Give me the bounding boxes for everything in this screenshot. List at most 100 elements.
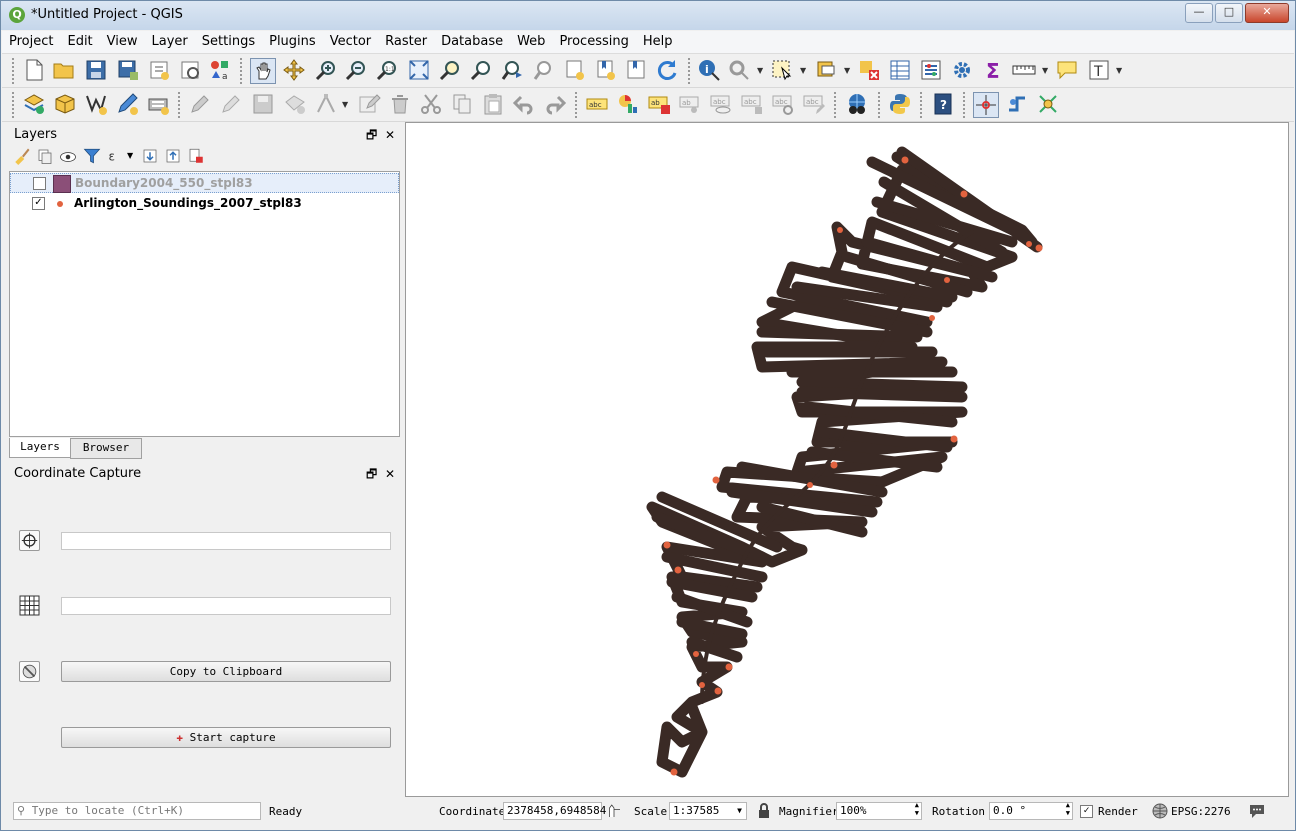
field-calculator-icon[interactable]: [919, 58, 943, 82]
crs-globe-icon[interactable]: [1152, 803, 1168, 819]
menu-processing[interactable]: Processing: [552, 31, 635, 49]
menu-settings[interactable]: Settings: [195, 31, 262, 49]
chevron-down-icon[interactable]: ▼: [127, 151, 133, 160]
geometry-checker-icon[interactable]: [1005, 92, 1029, 116]
render-checkbox[interactable]: ✓: [1080, 805, 1093, 818]
filter-by-expression-icon[interactable]: ε: [107, 147, 125, 165]
zoom-last-icon[interactable]: [500, 58, 524, 82]
new-bookmark-icon[interactable]: [594, 58, 618, 82]
menu-view[interactable]: View: [100, 31, 145, 49]
help-contents-icon[interactable]: ?: [931, 92, 955, 116]
spin-arrows-icon[interactable]: ▲ ▼: [1066, 801, 1070, 817]
layer-labeling-options-icon[interactable]: abc: [585, 92, 609, 116]
menu-project[interactable]: Project: [2, 31, 60, 49]
zoom-next-icon[interactable]: [532, 58, 556, 82]
chevron-down-icon[interactable]: ▼: [844, 66, 850, 75]
locator-search-input[interactable]: ⚲ Type to locate (Ctrl+K): [13, 802, 261, 820]
pan-to-selection-icon[interactable]: [282, 58, 306, 82]
new-shapefile-layer-icon[interactable]: [84, 92, 108, 116]
close-button[interactable]: ✕: [1245, 3, 1289, 23]
coordinate-capture-crosshair-icon[interactable]: [973, 92, 999, 118]
chevron-down-icon[interactable]: ▼: [1042, 66, 1048, 75]
attribute-table-icon[interactable]: [888, 58, 912, 82]
highlight-pinned-labels-icon[interactable]: ab: [647, 92, 671, 116]
style-manager-icon[interactable]: a: [208, 58, 232, 82]
collapse-all-icon[interactable]: [164, 147, 182, 165]
toolbar-grip[interactable]: [963, 92, 968, 118]
zoom-to-layer-icon[interactable]: [469, 58, 493, 82]
refresh-icon[interactable]: [655, 58, 679, 82]
toolbar-grip[interactable]: [878, 92, 883, 118]
zoom-in-icon[interactable]: [314, 58, 338, 82]
zoom-full-icon[interactable]: [407, 58, 431, 82]
menu-layer[interactable]: Layer: [145, 31, 195, 49]
open-project-icon[interactable]: [52, 58, 76, 82]
new-geopackage-layer-icon[interactable]: [53, 92, 77, 116]
deselect-features-icon[interactable]: [857, 58, 881, 82]
layer-visibility-checkbox[interactable]: ✓: [32, 197, 45, 210]
run-feature-action-icon[interactable]: [727, 58, 751, 82]
chevron-down-icon[interactable]: ▼: [757, 66, 763, 75]
change-label-icon[interactable]: abc: [802, 92, 826, 116]
close-panel-icon[interactable]: ✕: [385, 128, 395, 142]
menu-plugins[interactable]: Plugins: [262, 31, 323, 49]
messages-icon[interactable]: [1248, 803, 1266, 819]
zoom-native-icon[interactable]: 1:1: [375, 58, 399, 82]
redo-icon[interactable]: [543, 92, 567, 116]
topology-checker-icon[interactable]: [1036, 92, 1060, 116]
maximize-button[interactable]: □: [1215, 3, 1243, 23]
tab-browser[interactable]: Browser: [70, 438, 142, 459]
coordinate-field[interactable]: 2378458,6948584: [503, 802, 606, 820]
style-layer-icon[interactable]: [13, 147, 31, 165]
save-edits-icon[interactable]: [251, 92, 275, 116]
layer-row-arlington-soundings[interactable]: ✓ Arlington_Soundings_2007_stpl83: [10, 194, 399, 214]
select-features-icon[interactable]: [770, 58, 794, 82]
toggle-extents-icon[interactable]: [605, 802, 623, 820]
minimize-button[interactable]: —: [1185, 3, 1213, 23]
chevron-down-icon[interactable]: ▼: [800, 66, 806, 75]
save-project-icon[interactable]: [84, 58, 108, 82]
data-source-manager-icon[interactable]: [22, 92, 46, 116]
text-annotation-icon[interactable]: T: [1087, 58, 1111, 82]
new-project-icon[interactable]: [22, 58, 46, 82]
chevron-down-icon[interactable]: ▼: [1116, 66, 1122, 75]
paste-features-icon[interactable]: [481, 92, 505, 116]
menu-raster[interactable]: Raster: [378, 31, 434, 49]
pan-map-icon[interactable]: [250, 58, 276, 84]
toolbar-grip[interactable]: [688, 58, 693, 84]
scale-dropdown[interactable]: 1:37585 ▼: [669, 802, 747, 820]
show-hide-labels-icon[interactable]: abc: [709, 92, 733, 116]
new-print-layout-icon[interactable]: [147, 58, 171, 82]
show-bookmarks-icon[interactable]: [624, 58, 648, 82]
close-panel-icon[interactable]: ✕: [385, 467, 395, 481]
toolbar-grip[interactable]: [12, 92, 17, 118]
modify-attributes-icon[interactable]: [357, 92, 381, 116]
map-crs-coordinate-field[interactable]: [61, 532, 391, 550]
layout-manager-icon[interactable]: [178, 58, 202, 82]
menu-vector[interactable]: Vector: [323, 31, 378, 49]
magnifier-spinbox[interactable]: 100% ▲ ▼: [836, 801, 922, 820]
copy-features-icon[interactable]: [450, 92, 474, 116]
copy-to-clipboard-button[interactable]: Copy to Clipboard: [61, 661, 391, 682]
remove-layer-icon[interactable]: [187, 147, 205, 165]
menu-help[interactable]: Help: [636, 31, 680, 49]
cut-features-icon[interactable]: [419, 92, 443, 116]
measure-line-icon[interactable]: [1012, 58, 1036, 82]
vertex-tool-icon[interactable]: [314, 92, 338, 116]
layer-visibility-checkbox[interactable]: [33, 177, 46, 190]
lock-scale-icon[interactable]: [757, 803, 771, 819]
current-edits-icon[interactable]: [188, 92, 212, 116]
float-panel-icon[interactable]: 🗗: [366, 467, 377, 481]
spin-arrows-icon[interactable]: ▲ ▼: [915, 801, 919, 817]
crs-label[interactable]: EPSG:2276: [1171, 805, 1231, 818]
float-panel-icon[interactable]: 🗗: [366, 128, 377, 142]
toolbar-grip[interactable]: [834, 92, 839, 118]
toolbar-grip[interactable]: [12, 58, 17, 84]
menu-edit[interactable]: Edit: [60, 31, 99, 49]
manage-map-themes-icon[interactable]: [59, 148, 77, 166]
layer-row-boundary[interactable]: Boundary2004_550_stpl83: [10, 173, 399, 193]
move-label-icon[interactable]: abc: [740, 92, 764, 116]
map-tips-icon[interactable]: [1055, 58, 1079, 82]
map-canvas[interactable]: [405, 122, 1289, 797]
select-crs-icon[interactable]: [19, 661, 40, 682]
